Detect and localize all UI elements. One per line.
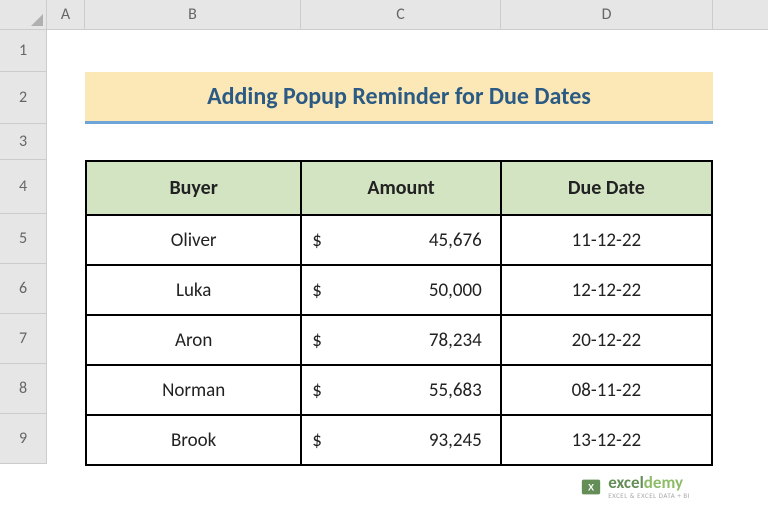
- cell-amount[interactable]: $55,683: [301, 365, 500, 415]
- amount-value: 78,234: [429, 329, 482, 352]
- row-header-4[interactable]: 4: [0, 160, 46, 214]
- col-header-D[interactable]: D: [501, 0, 713, 29]
- header-amount[interactable]: Amount: [301, 161, 500, 215]
- header-row: Buyer Amount Due Date: [86, 161, 712, 215]
- amount-value: 55,683: [429, 379, 482, 402]
- watermark-text: exceldemy EXCEL & EXCEL DATA + BI: [608, 474, 690, 499]
- table-row: Aron $78,234 20-12-22: [86, 315, 712, 365]
- cell-buyer[interactable]: Norman: [86, 365, 301, 415]
- column-headers: A B C D: [47, 0, 768, 30]
- cell-buyer[interactable]: Oliver: [86, 215, 301, 265]
- excel-logo-icon: X: [580, 476, 602, 498]
- amount-value: 45,676: [429, 229, 482, 252]
- row-header-3[interactable]: 3: [0, 124, 46, 160]
- row-header-2[interactable]: 2: [0, 72, 46, 124]
- watermark-subtitle: EXCEL & EXCEL DATA + BI: [608, 492, 690, 499]
- cell-amount[interactable]: $93,245: [301, 415, 500, 465]
- currency-symbol: $: [312, 279, 322, 302]
- amount-value: 50,000: [429, 279, 482, 302]
- row-headers: 1 2 3 4 5 6 7 8 9: [0, 30, 47, 464]
- col-header-B[interactable]: B: [85, 0, 301, 29]
- currency-symbol: $: [312, 229, 322, 252]
- watermark-brand2: demy: [644, 472, 683, 493]
- cell-due[interactable]: 11-12-22: [501, 215, 712, 265]
- svg-text:X: X: [588, 482, 595, 492]
- watermark: X exceldemy EXCEL & EXCEL DATA + BI: [580, 474, 690, 499]
- cell-amount[interactable]: $78,234: [301, 315, 500, 365]
- currency-symbol: $: [312, 379, 322, 402]
- grid-area[interactable]: Adding Popup Reminder for Due Dates Buye…: [47, 30, 768, 517]
- table-row: Luka $50,000 12-12-22: [86, 265, 712, 315]
- spreadsheet: A B C D 1 2 3 4 5 6 7 8 9 Adding Popup R…: [0, 0, 768, 517]
- cell-amount[interactable]: $45,676: [301, 215, 500, 265]
- row-header-6[interactable]: 6: [0, 264, 46, 314]
- select-all-button[interactable]: [0, 0, 47, 30]
- cell-due[interactable]: 12-12-22: [501, 265, 712, 315]
- cell-due[interactable]: 13-12-22: [501, 415, 712, 465]
- cell-due[interactable]: 08-11-22: [501, 365, 712, 415]
- table-row: Norman $55,683 08-11-22: [86, 365, 712, 415]
- row-header-1[interactable]: 1: [0, 30, 46, 72]
- row-header-5[interactable]: 5: [0, 214, 46, 264]
- currency-symbol: $: [312, 429, 322, 452]
- table-row: Oliver $45,676 11-12-22: [86, 215, 712, 265]
- watermark-brand1: excel: [608, 472, 644, 493]
- cell-buyer[interactable]: Brook: [86, 415, 301, 465]
- amount-value: 93,245: [429, 429, 482, 452]
- header-due[interactable]: Due Date: [501, 161, 712, 215]
- col-header-A[interactable]: A: [47, 0, 85, 29]
- page-title: Adding Popup Reminder for Due Dates: [207, 82, 591, 111]
- data-table: Buyer Amount Due Date Oliver $45,676 11-…: [85, 160, 713, 466]
- cell-due[interactable]: 20-12-22: [501, 315, 712, 365]
- cell-buyer[interactable]: Aron: [86, 315, 301, 365]
- cell-buyer[interactable]: Luka: [86, 265, 301, 315]
- currency-symbol: $: [312, 329, 322, 352]
- table-row: Brook $93,245 13-12-22: [86, 415, 712, 465]
- row-header-9[interactable]: 9: [0, 414, 46, 464]
- cell-amount[interactable]: $50,000: [301, 265, 500, 315]
- row-header-7[interactable]: 7: [0, 314, 46, 364]
- row-header-8[interactable]: 8: [0, 364, 46, 414]
- col-header-C[interactable]: C: [301, 0, 501, 29]
- header-buyer[interactable]: Buyer: [86, 161, 301, 215]
- title-banner: Adding Popup Reminder for Due Dates: [85, 72, 713, 124]
